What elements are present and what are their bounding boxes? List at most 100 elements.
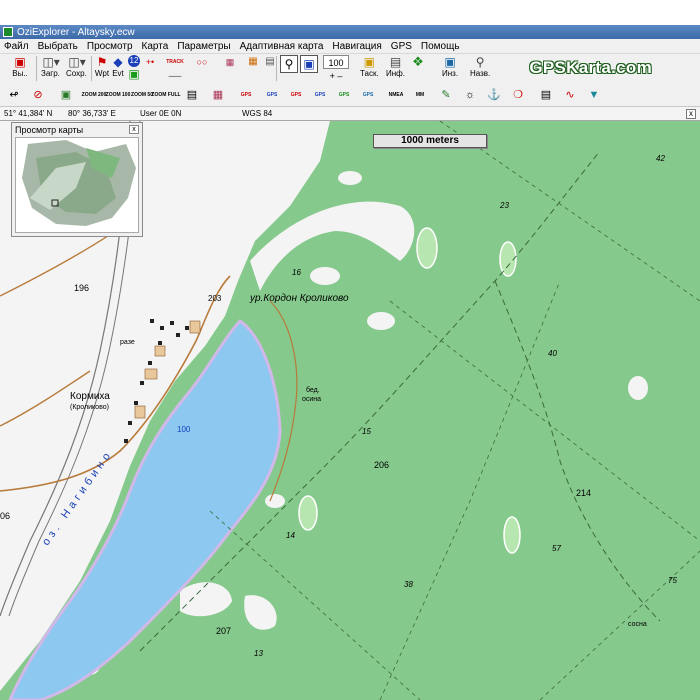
- load-button[interactable]: ◫▾ Загр.: [41, 55, 60, 82]
- menu-adaptive-map[interactable]: Адаптивная карта: [240, 41, 324, 52]
- map-label-town-sub: (Кроликово): [70, 404, 109, 411]
- quarter-75: 75: [668, 576, 677, 585]
- zoom-full-button[interactable]: ZOOM FULL: [151, 86, 180, 104]
- menu-gps[interactable]: GPS: [391, 41, 412, 52]
- brand-logo: GPSKarta.com: [529, 58, 652, 77]
- coordinate-bar: 51° 41,384' N 80° 36,733' E User 0E 0N W…: [0, 107, 700, 121]
- overview-title: Просмотр карты: [15, 125, 84, 135]
- secondary-toolbar: ↫ ⊘ ▣ ZOOM 200 ZOOM 100 ZOOM 50 ZOOM FUL…: [0, 83, 700, 107]
- zoom-50-button[interactable]: ZOOM 50: [131, 86, 153, 104]
- properties-button[interactable]: ▤: [536, 86, 556, 104]
- chart-button[interactable]: ∿: [560, 86, 580, 104]
- elevation-203: 203: [208, 294, 222, 303]
- alarm-button[interactable]: ❍: [508, 86, 528, 104]
- title-bar: OziExplorer - Altaysky.ecw: [0, 25, 700, 39]
- zoom-value: 100: [323, 55, 349, 69]
- quarter-16: 16: [292, 268, 301, 277]
- signal-button[interactable]: ▼: [584, 86, 604, 104]
- map-label-razez: разе: [120, 339, 135, 346]
- compass-icon: ☼: [464, 88, 476, 101]
- route-tool-button[interactable]: ↫: [4, 86, 24, 104]
- menu-help[interactable]: Помощь: [421, 41, 460, 52]
- menu-settings[interactable]: Параметры: [177, 41, 230, 52]
- nmea-button[interactable]: NMEA: [386, 86, 406, 104]
- gps-button-1[interactable]: GPS: [236, 86, 256, 104]
- clearing-patch: [310, 267, 340, 285]
- overview-window[interactable]: Просмотр карты x: [11, 122, 143, 237]
- track-options-button[interactable]: ○○: [194, 55, 210, 82]
- gps-button-4[interactable]: GPS: [310, 86, 330, 104]
- quarter-38: 38: [404, 580, 413, 589]
- waypoint-button[interactable]: ⚑ Wpt: [94, 55, 110, 82]
- center-map-icon: ▣: [300, 55, 318, 73]
- compass-button[interactable]: ☼: [460, 86, 480, 104]
- mark-button[interactable]: +•: [142, 55, 158, 82]
- map-settings-button[interactable]: ▦: [208, 86, 228, 104]
- move-arrows-icon: ❖: [412, 54, 424, 69]
- menu-map[interactable]: Карта: [142, 41, 169, 52]
- window-title: OziExplorer - Altaysky.ecw: [17, 26, 135, 38]
- layers-button[interactable]: ▦: [222, 55, 238, 82]
- save-button[interactable]: ◫▾ Сохр.: [66, 55, 87, 82]
- map-settings-icon: ▦: [212, 88, 224, 101]
- marsh: [503, 516, 521, 554]
- gps-button-6[interactable]: GPS: [358, 86, 378, 104]
- marsh: [298, 495, 318, 531]
- pen-button[interactable]: ✎: [436, 86, 456, 104]
- menu-bar: Файл Выбрать Просмотр Карта Параметры Ад…: [0, 39, 700, 54]
- menu-navigation[interactable]: Навигация: [332, 41, 381, 52]
- map-label-village: ур.Кордон Кроликово: [250, 293, 349, 304]
- layers-icon: ▦: [225, 57, 235, 67]
- track-options-icon: ○○: [196, 57, 208, 67]
- exit-button[interactable]: ▣ Вы..: [12, 55, 28, 82]
- track-button[interactable]: TRACK ──: [162, 55, 188, 82]
- route-button[interactable]: 12 ▣: [126, 55, 142, 82]
- close-icon[interactable]: x: [686, 109, 696, 119]
- overview-map[interactable]: [15, 137, 139, 233]
- antenna-icon: ▼: [588, 88, 600, 101]
- magnifier-icon: ⚲: [280, 55, 298, 73]
- back-button[interactable]: ⚲ Назв.: [470, 55, 490, 82]
- menu-view[interactable]: Просмотр: [87, 41, 133, 52]
- menu-file[interactable]: Файл: [4, 41, 29, 52]
- ins-button[interactable]: ▣ Инз.: [442, 55, 458, 82]
- zoom-select[interactable]: 100 + –: [323, 55, 349, 82]
- copy-map-button[interactable]: ▣: [56, 86, 76, 104]
- elevation-207: 207: [216, 626, 232, 636]
- datum-readout: WGS 84: [242, 109, 273, 118]
- quarter-42: 42: [656, 154, 665, 163]
- task-button[interactable]: ▣ Таск.: [360, 55, 379, 82]
- track-line-icon: ──: [168, 71, 182, 81]
- zoom-100-button[interactable]: ZOOM 100: [106, 86, 131, 104]
- event-button[interactable]: ◆ Evt: [110, 55, 126, 82]
- marsh: [416, 227, 438, 269]
- center-map-button[interactable]: ▣: [300, 55, 318, 82]
- overlay-icon: ▦: [248, 56, 258, 67]
- moving-map-button[interactable]: MM: [410, 86, 430, 104]
- close-icon[interactable]: x: [129, 125, 139, 134]
- zoom-200-button[interactable]: ZOOM 200: [82, 86, 107, 104]
- find-button[interactable]: ⚲: [280, 55, 298, 82]
- quarter-57: 57: [552, 544, 561, 553]
- lock-icon: ▣: [363, 55, 376, 69]
- no-tool-button[interactable]: ⊘: [28, 86, 48, 104]
- gps-button-2[interactable]: GPS: [262, 86, 282, 104]
- info-button[interactable]: ▤ Инф.: [386, 55, 405, 82]
- gps-button-5[interactable]: GPS: [334, 86, 354, 104]
- move-map-button[interactable]: ❖: [410, 55, 426, 82]
- overlay-button[interactable]: ▦: [245, 55, 261, 82]
- menu-select[interactable]: Выбрать: [38, 41, 78, 52]
- print-button[interactable]: ▤: [182, 86, 202, 104]
- route-green-icon: ▣: [128, 67, 140, 81]
- info-icon: ▤: [389, 55, 402, 69]
- main-toolbar: ▣ Вы.. ◫▾ Загр. ◫▾ Сохр. ⚑ Wpt ◆ Evt 12 …: [0, 54, 700, 83]
- clearing-patch: [628, 376, 648, 400]
- quarter-13: 13: [254, 649, 263, 658]
- red-cross-icon: +•: [145, 57, 155, 67]
- scale-bar: 1000 meters: [373, 134, 487, 148]
- quarter-15: 15: [362, 427, 371, 436]
- gps-button-3[interactable]: GPS: [286, 86, 306, 104]
- clearing-patch: [265, 494, 285, 508]
- anchor-button[interactable]: ⚓: [484, 86, 504, 104]
- load-map-icon: ◫▾: [42, 55, 60, 69]
